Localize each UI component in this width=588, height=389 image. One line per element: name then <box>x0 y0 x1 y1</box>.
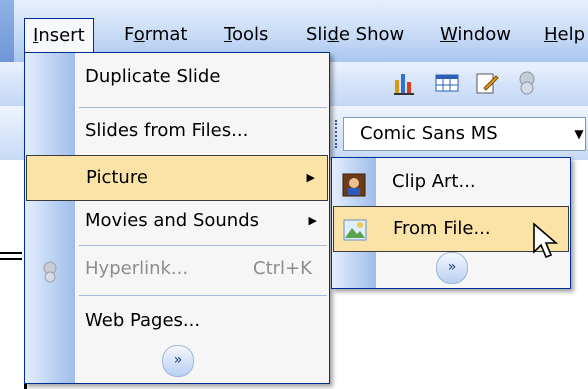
menu-item-slides-from-files[interactable]: Slides from Files... <box>25 109 329 153</box>
menu-item-label: Hyperlink... <box>85 258 189 279</box>
menu-item-shortcut: Ctrl+K <box>253 258 312 279</box>
menu-help[interactable]: Help <box>536 18 588 52</box>
menu-help-rest: elp <box>557 24 586 45</box>
menu-item-label: Web Pages... <box>85 310 201 331</box>
menu-separator <box>79 245 327 246</box>
menu-item-label: Movies and Sounds <box>85 210 260 231</box>
menu-separator <box>79 107 327 108</box>
menu-item-label: Clip Art... <box>392 171 476 192</box>
menu-format[interactable]: Format <box>116 18 195 52</box>
menu-item-label: Slides from Files... <box>85 120 249 141</box>
insert-object-icon[interactable] <box>474 70 500 96</box>
menu-format-b: rmat <box>144 24 188 45</box>
menu-insert-rest: nsert <box>38 25 85 46</box>
menu-help-accel: H <box>544 24 558 45</box>
insert-menu: Duplicate Slide Slides from Files... Pic… <box>24 52 330 384</box>
menu-tools-rest: ools <box>231 24 269 45</box>
menu-item-hyperlink[interactable]: Hyperlink... Ctrl+K <box>25 247 329 291</box>
menu-slide-show-accel: d <box>327 24 339 45</box>
submenu-arrow-icon: ▶ <box>306 171 315 184</box>
menu-slide-show[interactable]: Slide Show <box>298 18 412 52</box>
table-icon[interactable] <box>434 70 460 96</box>
menu-format-a: F <box>124 24 134 45</box>
expand-submenu-chevron-icon[interactable]: » <box>436 252 468 284</box>
menu-window-accel: W <box>440 24 458 45</box>
menu-item-web-pages[interactable]: Web Pages... <box>25 299 329 343</box>
mouse-pointer-icon <box>532 222 559 265</box>
menu-bar-grip <box>0 0 14 62</box>
menu-item-movies-and-sounds[interactable]: Movies and Sounds ▶ <box>25 199 329 243</box>
menu-item-label: Picture <box>86 167 148 188</box>
menu-tools-accel: T <box>224 24 232 45</box>
submenu-arrow-icon: ▶ <box>308 214 317 227</box>
menu-window[interactable]: Window <box>432 18 519 52</box>
menu-separator <box>79 295 327 296</box>
menu-format-accel: o <box>133 24 145 45</box>
menu-item-picture[interactable]: Picture ▶ <box>26 155 328 201</box>
document-edge-2 <box>0 258 22 260</box>
menu-item-duplicate-slide[interactable]: Duplicate Slide <box>25 55 329 99</box>
menu-slide-show-b: e Show <box>338 24 405 45</box>
chart-icon[interactable] <box>392 70 418 96</box>
hyperlink-toolbar-icon[interactable] <box>514 70 540 96</box>
menu-item-label: From File... <box>393 218 491 239</box>
menu-tools[interactable]: Tools <box>216 18 276 52</box>
font-name-box[interactable]: Comic Sans MS <box>343 117 586 151</box>
toolbar-grip <box>335 120 341 148</box>
clip-art-icon <box>342 170 366 197</box>
from-file-icon <box>343 215 367 241</box>
menu-item-label: Duplicate Slide <box>85 66 221 87</box>
expand-menu-chevron-icon[interactable]: » <box>162 345 194 377</box>
menu-window-rest: indow <box>457 24 511 45</box>
font-dropdown-arrow-icon[interactable]: ▼ <box>570 120 588 148</box>
menu-slide-show-a: Sli <box>306 24 328 45</box>
hyperlink-icon <box>38 257 62 283</box>
menu-item-clip-art[interactable]: Clip Art... <box>332 160 570 204</box>
document-edge <box>0 252 22 254</box>
